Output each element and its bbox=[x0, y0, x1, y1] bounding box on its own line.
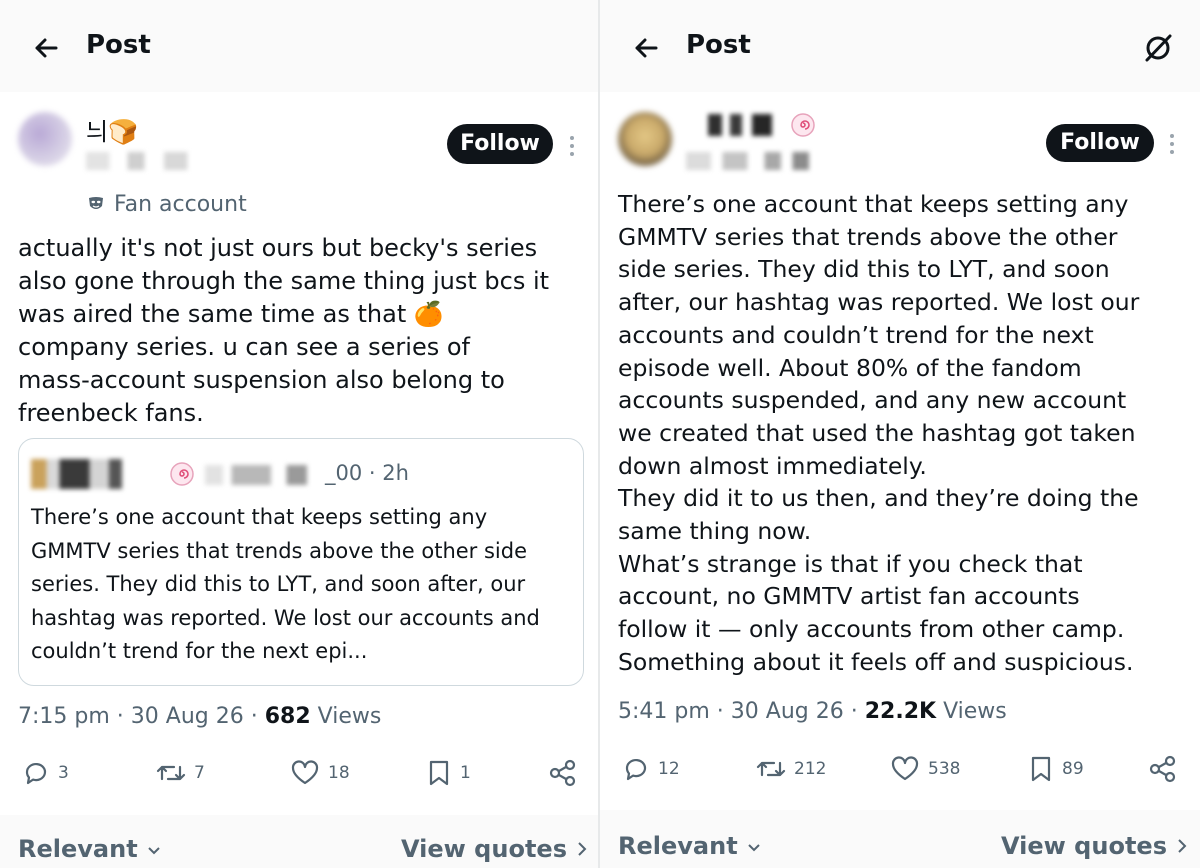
reply-count: 12 bbox=[658, 759, 680, 779]
repost-count: 7 bbox=[194, 763, 205, 783]
reply-button[interactable]: 3 bbox=[22, 758, 69, 788]
like-count: 18 bbox=[328, 763, 350, 783]
quoted-post-text: There’s one account that keeps setting a… bbox=[31, 505, 540, 663]
bookmark-count: 1 bbox=[460, 763, 471, 783]
post-text: actually it's not just ours but becky's … bbox=[18, 234, 550, 427]
relevant-sort-dropdown[interactable]: Relevant bbox=[618, 832, 762, 860]
header-bar: Post bbox=[600, 0, 1200, 92]
post-time[interactable]: 5:41 pm bbox=[618, 699, 710, 724]
reply-count: 3 bbox=[58, 763, 69, 783]
view-quotes-link[interactable]: View quotes bbox=[401, 835, 589, 863]
reply-icon bbox=[625, 758, 647, 781]
repost-button[interactable]: 7 bbox=[156, 758, 205, 788]
bookmark-button[interactable]: 89 bbox=[1028, 754, 1084, 784]
more-icon[interactable] bbox=[1168, 134, 1176, 156]
reply-button[interactable]: 12 bbox=[622, 754, 680, 784]
bookmark-icon bbox=[429, 760, 449, 786]
share-icon bbox=[549, 759, 576, 787]
share-button[interactable] bbox=[1148, 754, 1178, 784]
replies-footer: Relevant View quotes bbox=[0, 815, 598, 868]
meta-separator: · bbox=[716, 699, 724, 724]
repost-icon bbox=[756, 761, 786, 777]
relevant-label: Relevant bbox=[18, 835, 138, 863]
fan-account-badge: Fan account bbox=[114, 192, 247, 217]
views-label: Views bbox=[317, 704, 382, 729]
like-icon bbox=[891, 756, 919, 781]
like-count: 538 bbox=[928, 759, 961, 779]
more-icon[interactable] bbox=[568, 136, 576, 158]
grok-icon[interactable] bbox=[1142, 32, 1174, 64]
naruto-swirl-icon bbox=[170, 462, 194, 486]
meta-separator: · bbox=[250, 704, 258, 729]
chevron-right-icon bbox=[578, 842, 587, 856]
replies-footer: Relevant View quotes bbox=[600, 810, 1200, 868]
post-time[interactable]: 7:15 pm bbox=[18, 704, 110, 729]
right-post-panel: Post Follow There’s one account that kee… bbox=[600, 0, 1200, 868]
post-date[interactable]: 30 Aug 26 bbox=[131, 704, 244, 729]
post-text: There’s one account that keeps setting a… bbox=[618, 190, 1140, 676]
back-arrow-icon[interactable] bbox=[626, 28, 666, 68]
view-quotes-label: View quotes bbox=[401, 835, 567, 863]
bookmark-count: 89 bbox=[1062, 759, 1084, 779]
chevron-right-icon bbox=[1178, 839, 1187, 853]
follow-button[interactable]: Follow bbox=[1046, 124, 1154, 162]
like-icon bbox=[291, 760, 319, 785]
quoted-post-card[interactable]: _00 · 2h There’s one account that keeps … bbox=[18, 438, 584, 686]
like-button[interactable]: 538 bbox=[890, 754, 960, 784]
share-icon bbox=[1149, 755, 1176, 783]
page-title: Post bbox=[86, 30, 151, 60]
repost-button[interactable]: 212 bbox=[756, 754, 826, 784]
bookmark-icon bbox=[1031, 756, 1051, 782]
handle-redacted bbox=[686, 152, 826, 170]
meta-separator: · bbox=[850, 699, 858, 724]
follow-button[interactable]: Follow bbox=[447, 124, 553, 164]
header-bar: Post bbox=[0, 0, 598, 92]
view-quotes-label: View quotes bbox=[1001, 832, 1167, 860]
post-date[interactable]: 30 Aug 26 bbox=[731, 699, 844, 724]
display-name[interactable]: 늬🍞 bbox=[86, 112, 138, 147]
repost-count: 212 bbox=[794, 759, 827, 779]
quoted-handle-tail: _00 bbox=[325, 461, 363, 485]
chevron-down-icon bbox=[748, 844, 760, 852]
handle-redacted bbox=[86, 152, 216, 170]
post-meta: 5:41 pm · 30 Aug 26 · 22.2K Views bbox=[618, 699, 1007, 724]
view-quotes-link[interactable]: View quotes bbox=[1001, 832, 1189, 860]
views-count: 682 bbox=[264, 704, 311, 729]
mask-icon bbox=[89, 197, 103, 209]
reply-icon bbox=[25, 762, 47, 785]
repost-icon bbox=[156, 765, 186, 781]
display-name-redacted[interactable] bbox=[686, 114, 786, 136]
avatar[interactable] bbox=[618, 112, 672, 166]
post-meta: 7:15 pm · 30 Aug 26 · 682 Views bbox=[18, 704, 381, 729]
back-arrow-icon[interactable] bbox=[26, 28, 66, 68]
quoted-time: · 2h bbox=[368, 461, 409, 485]
like-button[interactable]: 18 bbox=[290, 758, 350, 788]
views-count: 22.2K bbox=[864, 699, 937, 724]
quoted-author-redacted bbox=[31, 459, 161, 489]
relevant-label: Relevant bbox=[618, 832, 738, 860]
quoted-handle-redacted bbox=[205, 465, 325, 485]
share-button[interactable] bbox=[548, 758, 578, 788]
meta-separator: · bbox=[116, 704, 124, 729]
page-title: Post bbox=[686, 30, 751, 60]
chevron-down-icon bbox=[148, 847, 160, 855]
avatar[interactable] bbox=[18, 112, 72, 166]
quoted-handle-time: _00 · 2h bbox=[325, 461, 409, 485]
left-post-panel: Post 늬🍞 Follow Fan account actually it's… bbox=[0, 0, 598, 868]
views-label: Views bbox=[943, 699, 1007, 724]
bookmark-button[interactable]: 1 bbox=[426, 758, 471, 788]
relevant-sort-dropdown[interactable]: Relevant bbox=[18, 835, 162, 863]
naruto-swirl-icon bbox=[791, 113, 815, 137]
